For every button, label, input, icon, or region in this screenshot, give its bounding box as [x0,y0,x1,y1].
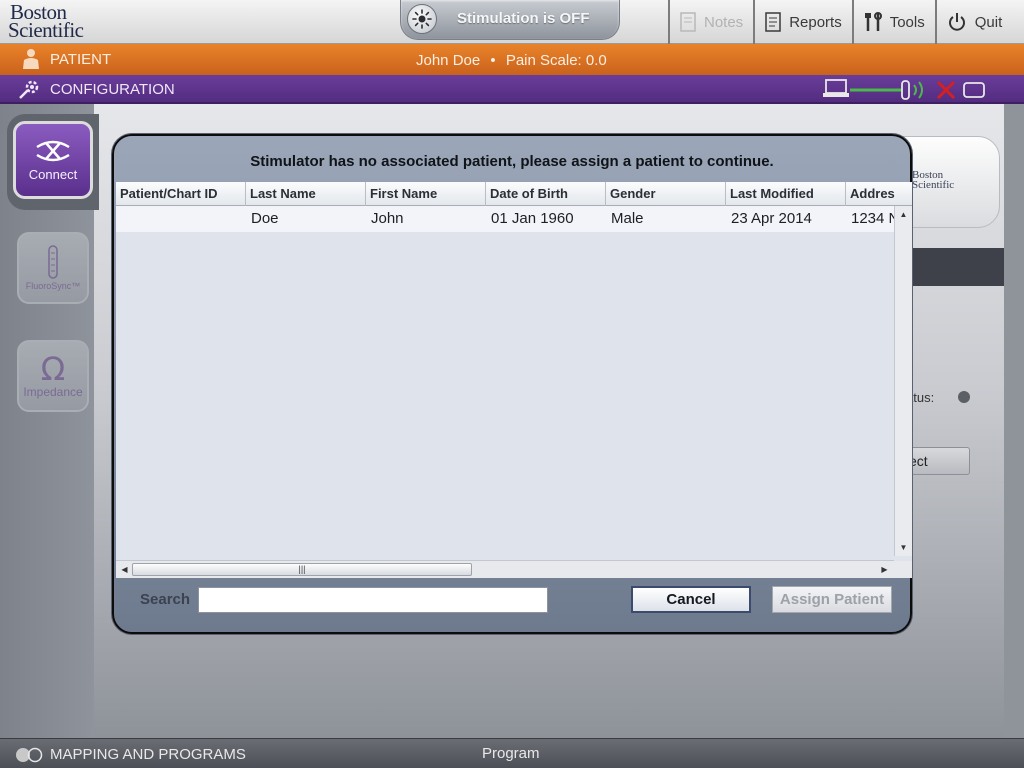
tools-label: Tools [889,13,925,31]
cancel-button[interactable]: Cancel [631,586,751,613]
reports-label: Reports [789,13,842,31]
boston-scientific-logo: Boston Scientific [8,2,120,42]
omega-icon: Ω [40,350,66,388]
column-header-last-name[interactable]: Last Name [246,182,366,206]
notes-label: Notes [704,13,744,31]
scroll-up-arrow-icon[interactable]: ▲ [897,208,910,221]
tools-icon [864,12,882,31]
tools-menu-item[interactable]: Tools [851,0,935,44]
scroll-down-arrow-icon[interactable]: ▼ [897,541,910,554]
background-panel [900,248,1004,286]
top-bar: Boston Scientific Stimulation is OFF Not [0,0,1024,44]
logo-line-2: Scientific [8,18,84,42]
bottom-bar: MAPPING AND PROGRAMS Program [0,738,1024,768]
fluorosync-icon [48,245,58,279]
scroll-right-arrow-icon[interactable]: ▶ [878,563,891,576]
cell-dob: 01 Jan 1960 [491,210,574,227]
patient-separator: • [490,52,496,69]
cell-address: 1234 N [851,210,894,227]
connect-button[interactable]: Connect [13,121,93,199]
stimulation-toggle[interactable]: Stimulation is OFF [400,0,620,40]
person-icon [23,49,39,69]
column-header-gender[interactable]: Gender [606,182,726,206]
quit-label: Quit [974,13,1003,31]
cell-first-name: John [371,210,404,227]
vertical-scrollbar[interactable]: ▲ ▼ [894,206,912,556]
top-menu: Notes Reports Tools Quit [668,0,1012,44]
stimulation-status-label: Stimulation is OFF [457,10,590,27]
patient-table: Patient/Chart ID Last Name First Name Da… [116,182,912,578]
fluorosync-label: FluoroSync™ [25,281,81,291]
dialog-title: Stimulator has no associated patient, pl… [250,153,774,170]
assign-patient-button[interactable]: Assign Patient [772,586,892,613]
status-indicator-dot [958,391,970,403]
divider [906,482,1004,483]
notes-menu-item[interactable]: Notes [668,0,753,44]
cell-last-name: Doe [251,210,279,227]
cell-gender: Male [611,210,644,227]
cell-chart-id [116,206,246,232]
column-header-chart-id[interactable]: Patient/Chart ID [116,182,246,206]
toggle-icon[interactable] [15,747,43,763]
column-header-first-name[interactable]: First Name [366,182,486,206]
patient-bar-title: PATIENT [50,51,112,68]
cell-last-modified: 23 Apr 2014 [731,210,812,227]
reports-menu-item[interactable]: Reports [753,0,852,44]
connect-icon [36,140,70,161]
right-edge-panel [1004,104,1024,738]
horizontal-scrollbar[interactable]: ◀ ||| ▶ [116,560,912,578]
quit-menu-item[interactable]: Quit [934,0,1013,44]
table-row[interactable]: Doe John 01 Jan 1960 Male 23 Apr 2014 12… [116,206,894,232]
configuration-title: CONFIGURATION [50,81,175,98]
patient-summary: John Doe • Pain Scale: 0.0 [416,52,607,69]
pain-scale: Pain Scale: 0.0 [505,52,607,69]
scroll-left-arrow-icon[interactable]: ◀ [118,563,131,576]
scrollbar-corner [894,561,912,578]
background-connect-button[interactable]: ect [904,447,970,475]
device-logo: Boston Scientific [912,170,955,191]
mapping-programs-title[interactable]: MAPPING AND PROGRAMS [50,746,246,763]
patient-name: John Doe [416,52,481,69]
assign-patient-dialog: Stimulator has no associated patient, pl… [112,134,912,634]
column-header-address[interactable]: Addres [846,182,912,206]
wand-gear-icon [19,80,39,99]
search-label: Search [140,591,191,608]
column-header-last-modified[interactable]: Last Modified [726,182,846,206]
notes-icon [680,12,696,32]
connection-status-icon [823,79,985,100]
column-header-dob[interactable]: Date of Birth [486,182,606,206]
patient-bar: PATIENT John Doe • Pain Scale: 0.0 [0,44,1024,75]
stimulation-icon [407,4,437,34]
connect-label: Connect [28,166,78,182]
device-logo-line-2: Scientific [912,179,955,191]
power-icon [948,13,965,31]
program-label: Program [482,745,540,762]
table-header: Patient/Chart ID Last Name First Name Da… [116,182,912,206]
horizontal-scroll-thumb[interactable]: ||| [132,563,472,576]
reports-icon [765,12,781,32]
search-input[interactable] [198,587,548,613]
impedance-label: Impedance [23,385,83,399]
impedance-button[interactable]: Ω Impedance [17,340,89,412]
fluorosync-button[interactable]: FluoroSync™ [17,232,89,304]
configuration-bar: CONFIGURATION [0,75,1024,104]
